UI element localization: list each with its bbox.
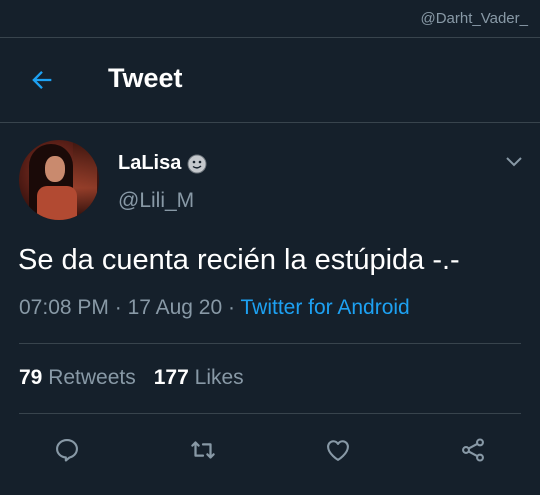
meta-divider [19,343,521,344]
action-bar [0,433,540,467]
likes-stat[interactable]: 177 Likes [154,366,244,389]
tweet-stats: 79 Retweets 177 Likes [19,366,244,390]
tweet-text: Se da cuenta recién la estúpida -.- [18,244,460,276]
arrow-left-icon [32,71,52,89]
heart-icon [327,440,349,461]
back-button[interactable] [26,64,58,96]
retweet-icon [191,441,215,459]
tweet-meta: 07:08 PM · 17 Aug 20 · Twitter for Andro… [19,296,410,320]
tweet-time: 07:08 PM [19,296,109,319]
watermark-handle: @Darht_Vader_ [420,10,528,27]
page-title: Tweet [108,63,183,93]
avatar-clothing [37,186,77,220]
stats-divider [19,413,521,414]
retweets-count: 79 [19,366,43,389]
likes-count: 177 [153,366,189,389]
avatar-face [45,156,65,182]
display-name-text: LaLisa [118,152,182,174]
header-divider [0,122,540,123]
reply-icon [56,439,78,462]
smirk-emoji-icon [187,154,207,174]
tweet-date: 17 Aug 20 [127,296,223,319]
meta-separator: · [114,296,122,319]
reply-button[interactable] [50,433,84,467]
like-button[interactable] [321,433,355,467]
author-handle[interactable]: @Lili_M [118,189,194,213]
tweet-source-link[interactable]: Twitter for Android [240,296,409,319]
tweet-options-button[interactable] [504,151,524,171]
app-header: Tweet [0,38,540,122]
likes-label: Likes [194,366,244,389]
share-button[interactable] [456,433,490,467]
chevron-down-icon [506,157,522,167]
meta-separator: · [228,296,236,319]
retweets-stat[interactable]: 79 Retweets [19,366,136,389]
retweet-button[interactable] [186,433,220,467]
author-name[interactable]: LaLisa [118,152,207,175]
share-icon [462,438,484,462]
retweets-label: Retweets [48,366,136,389]
avatar[interactable] [19,140,99,220]
